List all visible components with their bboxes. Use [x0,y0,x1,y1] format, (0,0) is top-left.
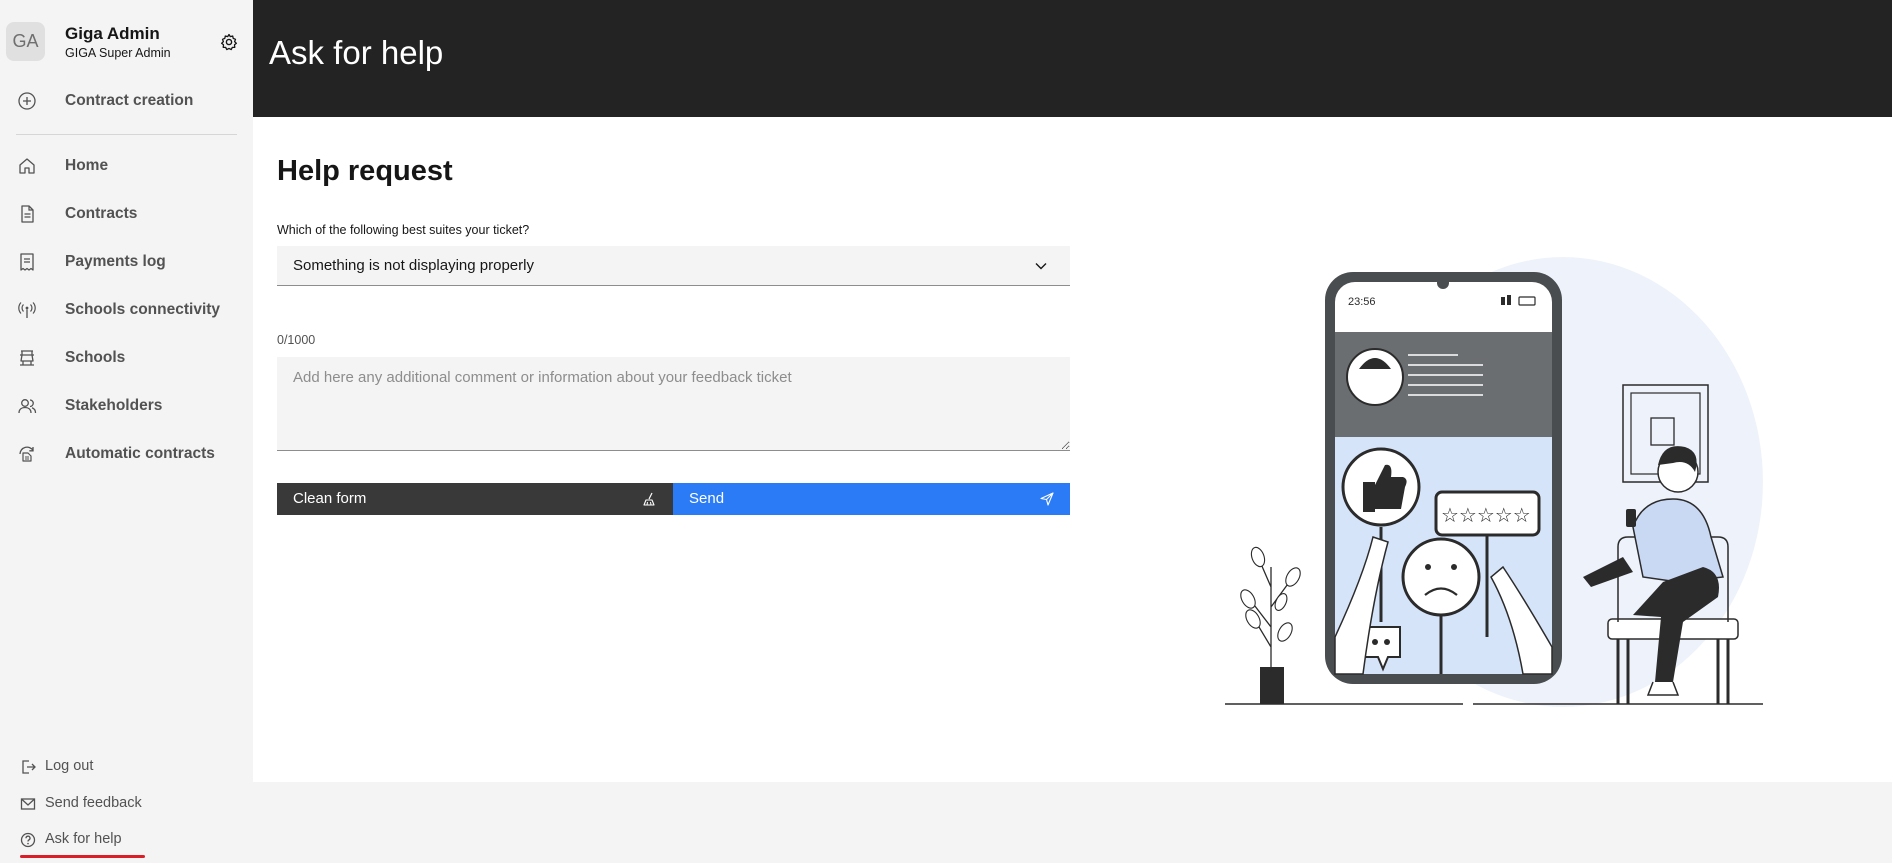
send-icon [1040,492,1054,506]
sidebar-item-schools[interactable]: Schools [0,336,253,380]
sidebar-item-contract-creation[interactable]: Contract creation [0,79,253,123]
signal-icon [18,302,36,318]
ticket-type-label: Which of the following best suites your … [277,223,530,237]
send-feedback-link[interactable]: Send feedback [0,788,253,820]
sidebar-item-label: Contract creation [65,92,194,109]
sidebar-divider [16,134,237,135]
sidebar-item-label: Schools connectivity [65,301,221,318]
main-content: Help request Which of the following best… [253,117,1892,782]
phone-time: 23:56 [1348,296,1376,308]
sidebar: GA Giga Admin GIGA Super Admin Contract … [0,0,253,863]
automation-icon [19,446,34,462]
profile-name: Giga Admin [65,24,160,43]
group-icon [18,399,37,414]
footer-area [253,782,1892,863]
sidebar-item-label: Stakeholders [65,397,163,414]
logout-link[interactable]: Log out [0,751,253,783]
ticket-type-dropdown[interactable]: Something is not displaying properly [277,246,1070,286]
user-profile: GA Giga Admin GIGA Super Admin [0,0,253,82]
help-illustration: 23:56 ☆☆☆☆☆ [1225,257,1763,707]
document-icon [21,205,34,223]
sidebar-item-label: Schools [65,349,126,366]
clean-form-label: Clean form [293,490,367,507]
add-circle-icon [18,92,36,110]
chevron-down-icon [1035,263,1047,270]
clean-form-button[interactable]: Clean form [277,483,673,515]
form-title: Help request [277,155,453,187]
sidebar-item-stakeholders[interactable]: Stakeholders [0,384,253,428]
home-icon [19,158,35,174]
logout-icon [22,760,36,774]
avatar[interactable]: GA [6,22,45,61]
help-icon [20,832,36,848]
send-button[interactable]: Send [673,483,1070,515]
comment-textarea[interactable] [277,357,1070,451]
feedback-icon [20,798,36,810]
ask-for-help-link[interactable]: Ask for help [0,824,253,856]
sidebar-item-label: Contracts [65,205,138,222]
send-feedback-label: Send feedback [45,795,142,811]
gear-icon[interactable] [219,32,239,52]
school-icon [20,350,34,366]
character-counter: 0/1000 [277,333,316,347]
sidebar-item-schools-connectivity[interactable]: Schools connectivity [0,288,253,332]
sidebar-item-automatic-contracts[interactable]: Automatic contracts [0,432,253,476]
svg-text:☆☆☆☆☆: ☆☆☆☆☆ [1441,503,1531,527]
sidebar-item-payments-log[interactable]: Payments log [0,240,253,284]
ticket-type-value: Something is not displaying properly [293,257,534,274]
sidebar-item-label: Home [65,157,109,174]
ask-for-help-label: Ask for help [45,831,122,847]
logout-label: Log out [45,758,94,774]
active-indicator [20,855,145,858]
sidebar-item-label: Payments log [65,253,166,270]
profile-role: GIGA Super Admin [65,46,171,60]
send-label: Send [689,490,725,507]
broom-icon [643,492,655,506]
page-header: Ask for help [253,0,1892,117]
receipt-icon [20,253,34,271]
sidebar-item-contracts[interactable]: Contracts [0,192,253,236]
page-title: Ask for help [269,34,444,71]
sidebar-item-label: Automatic contracts [65,445,215,462]
sidebar-item-home[interactable]: Home [0,144,253,188]
